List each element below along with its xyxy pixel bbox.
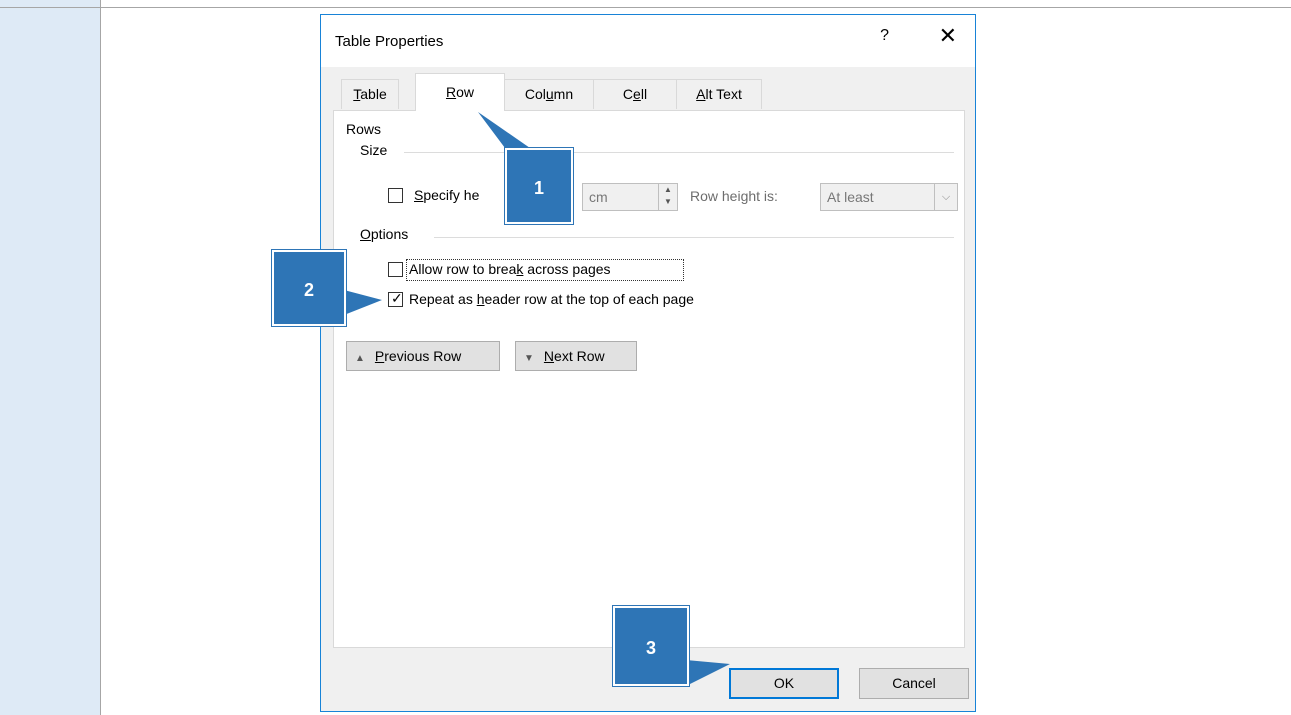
callout-1-pointer xyxy=(478,112,530,148)
callout-3-pointer xyxy=(686,660,730,686)
callout-3: 3 xyxy=(613,606,689,686)
callout-2-pointer xyxy=(344,290,382,315)
callout-2: 2 xyxy=(272,250,346,326)
callout-1: 1 xyxy=(505,148,573,224)
